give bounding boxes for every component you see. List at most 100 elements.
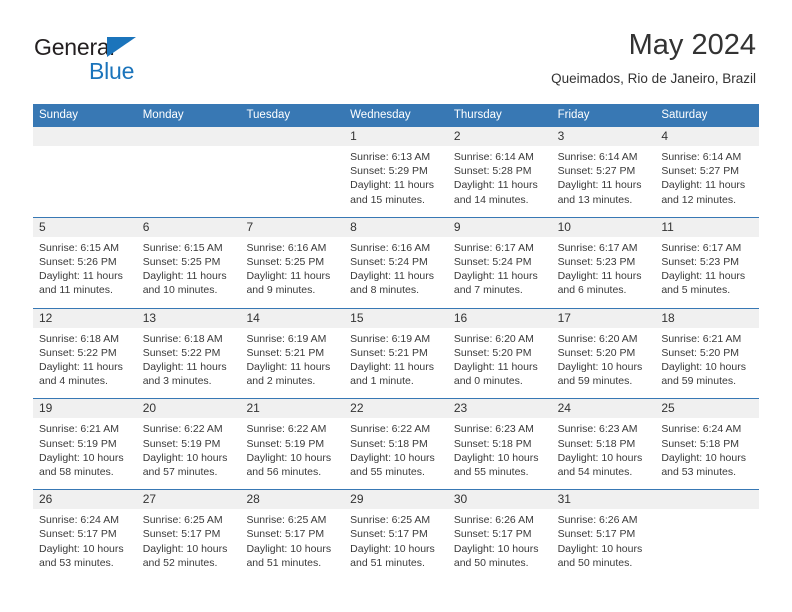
day-cell[interactable]: Sunrise: 6:24 AM Sunset: 5:18 PM Dayligh… <box>655 418 759 489</box>
sunset-text: Sunset: 5:20 PM <box>453 346 532 359</box>
sunrise-text: Sunrise: 6:24 AM <box>661 423 742 436</box>
week-detail-strip: Sunrise: 6:15 AM Sunset: 5:26 PM Dayligh… <box>33 236 759 308</box>
daylight-text: Daylight: 10 hours and 55 minutes. <box>453 451 539 479</box>
day-number <box>240 127 344 146</box>
day-cell[interactable]: Sunrise: 6:19 AM Sunset: 5:21 PM Dayligh… <box>240 328 344 399</box>
daylight-text: Daylight: 10 hours and 53 minutes. <box>39 542 124 569</box>
week-detail-strip: Sunrise: 6:18 AM Sunset: 5:22 PM Dayligh… <box>33 327 759 399</box>
daylight-text: Daylight: 10 hours and 50 minutes. <box>557 542 643 569</box>
sunrise-text: Sunrise: 6:26 AM <box>557 514 638 527</box>
daylight-text: Daylight: 11 hours and 9 minutes. <box>246 270 331 297</box>
general-blue-logo[interactable]: General Blue <box>34 34 214 92</box>
sunset-text: Sunset: 5:25 PM <box>246 256 325 269</box>
day-number: 26 <box>39 492 53 507</box>
daylight-text: Daylight: 11 hours and 14 minutes. <box>453 179 538 206</box>
day-cell[interactable]: Sunrise: 6:24 AM Sunset: 5:17 PM Dayligh… <box>33 509 137 580</box>
weekday-sunday: Sunday <box>39 109 79 121</box>
day-cell[interactable]: Sunrise: 6:16 AM Sunset: 5:24 PM Dayligh… <box>344 237 448 308</box>
sunset-text: Sunset: 5:21 PM <box>350 346 428 359</box>
day-cell[interactable]: Sunrise: 6:25 AM Sunset: 5:17 PM Dayligh… <box>137 509 241 580</box>
day-cell[interactable]: Sunrise: 6:23 AM Sunset: 5:18 PM Dayligh… <box>448 418 552 489</box>
day-number: 16 <box>453 310 468 325</box>
day-cell[interactable]: Sunrise: 6:14 AM Sunset: 5:27 PM Dayligh… <box>552 146 656 217</box>
daylight-text: Daylight: 10 hours and 59 minutes. <box>557 361 643 388</box>
day-cell[interactable]: Sunrise: 6:19 AM Sunset: 5:21 PM Dayligh… <box>344 328 448 399</box>
sunset-text: Sunset: 5:24 PM <box>350 256 428 269</box>
day-number: 6 <box>142 219 150 234</box>
day-cell[interactable]: Sunrise: 6:23 AM Sunset: 5:18 PM Dayligh… <box>552 418 656 489</box>
day-number: 11 <box>661 219 674 234</box>
daylight-text: Daylight: 10 hours and 57 minutes. <box>142 451 228 479</box>
sunset-text: Sunset: 5:27 PM <box>661 165 739 178</box>
day-cell[interactable]: Sunrise: 6:26 AM Sunset: 5:17 PM Dayligh… <box>552 509 656 580</box>
day-cell[interactable]: Sunrise: 6:20 AM Sunset: 5:20 PM Dayligh… <box>448 328 552 399</box>
sunrise-text: Sunrise: 6:20 AM <box>453 332 534 345</box>
weekday-friday: Friday <box>557 109 590 121</box>
day-cell[interactable]: Sunrise: 6:17 AM Sunset: 5:24 PM Dayligh… <box>448 237 552 308</box>
sunset-text: Sunset: 5:20 PM <box>661 346 739 359</box>
week-daynumber-strip: 5 6 7 8 9 10 11 <box>33 217 759 237</box>
daylight-text: Daylight: 11 hours and 6 minutes. <box>557 270 642 297</box>
sunrise-text: Sunrise: 6:26 AM <box>453 514 534 527</box>
day-cell[interactable]: Sunrise: 6:14 AM Sunset: 5:27 PM Dayligh… <box>655 146 759 217</box>
day-number: 4 <box>661 129 668 143</box>
sunrise-text: Sunrise: 6:14 AM <box>453 151 534 163</box>
day-cell[interactable]: Sunrise: 6:25 AM Sunset: 5:17 PM Dayligh… <box>240 509 344 580</box>
day-number: 9 <box>453 219 461 234</box>
day-cell[interactable] <box>655 509 759 580</box>
day-cell[interactable] <box>137 146 241 217</box>
daylight-text: Daylight: 11 hours and 5 minutes. <box>661 270 746 297</box>
day-number: 13 <box>142 310 157 325</box>
sunset-text: Sunset: 5:23 PM <box>661 256 739 269</box>
day-cell[interactable]: Sunrise: 6:18 AM Sunset: 5:22 PM Dayligh… <box>33 328 137 399</box>
sunset-text: Sunset: 5:23 PM <box>557 256 636 269</box>
day-cell[interactable]: Sunrise: 6:16 AM Sunset: 5:25 PM Dayligh… <box>240 237 344 308</box>
sunrise-text: Sunrise: 6:13 AM <box>350 151 431 163</box>
daylight-text: Daylight: 11 hours and 11 minutes. <box>39 270 123 297</box>
day-cell[interactable]: Sunrise: 6:25 AM Sunset: 5:17 PM Dayligh… <box>344 509 448 580</box>
day-cell[interactable] <box>33 146 137 217</box>
sunrise-text: Sunrise: 6:25 AM <box>142 514 223 527</box>
day-cell[interactable]: Sunrise: 6:26 AM Sunset: 5:17 PM Dayligh… <box>448 509 552 580</box>
weekday-saturday: Saturday <box>661 109 708 121</box>
calendar-week-row: 19 20 21 22 23 24 25 Sunrise: 6:21 AM Su… <box>33 398 759 490</box>
sunrise-text: Sunrise: 6:17 AM <box>453 241 534 254</box>
day-cell[interactable]: Sunrise: 6:22 AM Sunset: 5:19 PM Dayligh… <box>240 418 344 489</box>
day-cell[interactable]: Sunrise: 6:17 AM Sunset: 5:23 PM Dayligh… <box>655 237 759 308</box>
day-cell[interactable] <box>240 146 344 217</box>
calendar-week-row: 5 6 7 8 9 10 11 Sunrise: 6:15 AM Sunset:… <box>33 216 759 308</box>
day-number <box>137 127 241 146</box>
day-cell[interactable]: Sunrise: 6:13 AM Sunset: 5:29 PM Dayligh… <box>344 146 448 217</box>
day-cell[interactable]: Sunrise: 6:22 AM Sunset: 5:18 PM Dayligh… <box>344 418 448 489</box>
daylight-text: Daylight: 10 hours and 51 minutes. <box>350 542 435 569</box>
sunrise-text: Sunrise: 6:22 AM <box>142 423 223 436</box>
day-cell[interactable]: Sunrise: 6:14 AM Sunset: 5:28 PM Dayligh… <box>448 146 552 217</box>
day-cell[interactable]: Sunrise: 6:20 AM Sunset: 5:20 PM Dayligh… <box>552 328 656 399</box>
week-detail-strip: Sunrise: 6:24 AM Sunset: 5:17 PM Dayligh… <box>33 509 759 581</box>
sunset-text: Sunset: 5:17 PM <box>246 528 325 541</box>
calendar-week-row: 26 27 28 29 30 31 Sunrise: 6:24 AM Sunse… <box>33 489 759 581</box>
sunrise-text: Sunrise: 6:25 AM <box>246 514 327 527</box>
day-number: 24 <box>557 401 571 416</box>
sunset-text: Sunset: 5:18 PM <box>661 437 739 450</box>
day-cell[interactable]: Sunrise: 6:18 AM Sunset: 5:22 PM Dayligh… <box>137 328 241 399</box>
day-cell[interactable]: Sunrise: 6:22 AM Sunset: 5:19 PM Dayligh… <box>137 418 241 489</box>
calendar-page: General Blue May 2024 Queimados, Rio de … <box>0 0 792 612</box>
day-cell[interactable]: Sunrise: 6:21 AM Sunset: 5:20 PM Dayligh… <box>655 328 759 399</box>
day-number: 23 <box>453 401 468 416</box>
page-subtitle: Queimados, Rio de Janeiro, Brazil <box>551 71 756 86</box>
sunset-text: Sunset: 5:21 PM <box>246 346 325 359</box>
day-cell[interactable]: Sunrise: 6:17 AM Sunset: 5:23 PM Dayligh… <box>552 237 656 308</box>
daylight-text: Daylight: 10 hours and 50 minutes. <box>453 542 539 569</box>
calendar-week-row: 12 13 14 15 16 17 18 Sunrise: 6:18 AM Su… <box>33 307 759 399</box>
daylight-text: Daylight: 10 hours and 54 minutes. <box>557 451 643 479</box>
week-daynumber-strip: 12 13 14 15 16 17 18 <box>33 308 759 328</box>
day-number: 30 <box>453 492 468 507</box>
day-cell[interactable]: Sunrise: 6:15 AM Sunset: 5:26 PM Dayligh… <box>33 237 137 308</box>
sunrise-text: Sunrise: 6:16 AM <box>246 241 327 254</box>
sunset-text: Sunset: 5:20 PM <box>557 346 636 359</box>
day-cell[interactable]: Sunrise: 6:21 AM Sunset: 5:19 PM Dayligh… <box>33 418 137 489</box>
sunset-text: Sunset: 5:27 PM <box>557 165 636 178</box>
day-cell[interactable]: Sunrise: 6:15 AM Sunset: 5:25 PM Dayligh… <box>137 237 241 308</box>
sunrise-text: Sunrise: 6:23 AM <box>453 423 534 436</box>
